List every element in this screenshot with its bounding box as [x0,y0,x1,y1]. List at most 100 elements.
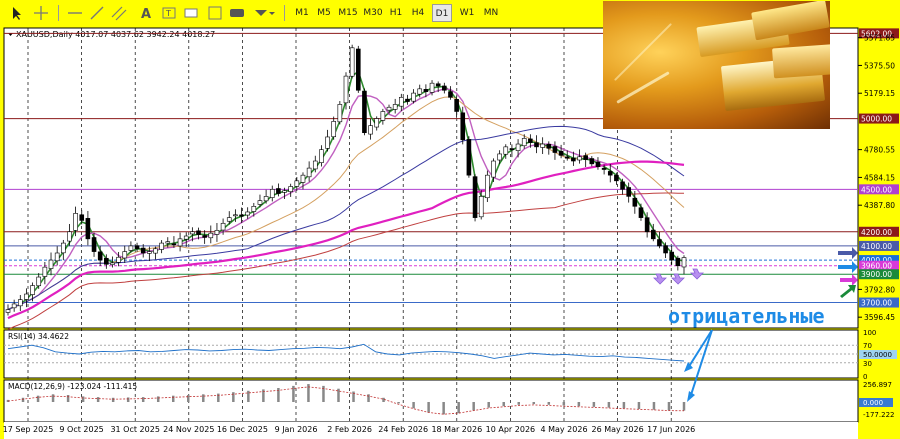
candle-body [183,235,189,240]
candle-body [552,146,558,153]
candle-body [257,200,263,205]
candle-body [147,251,152,254]
candle-body [491,160,496,178]
candle-body [319,149,324,163]
candle-body [442,85,447,91]
x-tick-label: 31 Oct 2025 [110,425,159,434]
x-tick-label: 9 Jan 2026 [275,425,318,434]
price-level-label: 4500.00 [861,185,892,194]
x-tick-label: 24 Nov 2025 [163,425,214,434]
candle-body [251,206,257,212]
y-tick-label: 3596.45 [864,313,895,322]
candle-body [331,121,337,138]
rsi-tick-label: 50.0000 [863,351,892,359]
candle-body [300,174,306,183]
candle-body [312,160,318,170]
candle-body [288,186,293,192]
y-tick-label: 4780.55 [864,146,895,155]
candle-body [429,82,435,93]
candle-body [528,138,533,143]
candle-body [73,213,78,231]
candle-body [11,303,17,309]
candle-body [368,125,373,135]
x-tick-label: 9 Oct 2025 [59,425,103,434]
candle-body [349,47,355,77]
price-level-label: 3900.00 [861,270,892,279]
candle-body [79,214,85,221]
candle-body [583,155,588,160]
candle-body [159,242,164,250]
candle-body [153,248,158,254]
candle-body [632,197,638,207]
candle-body [460,112,466,141]
annotation-text: отрицательные [668,304,825,328]
candle-body [650,229,656,240]
candle-body [503,146,509,155]
candle-body [392,104,398,110]
candle-body [30,285,35,295]
price-level-label: 4200.00 [861,228,892,237]
candle-body [233,214,238,217]
candle-body [405,98,410,102]
rsi-label: RSI(14) 34.4622 [8,332,69,341]
y-tick-label: 4387.80 [864,201,895,210]
y-tick-label: 5571.85 [864,34,895,43]
candle-body [546,143,552,149]
candle-body [435,83,441,87]
candle-body [36,276,42,287]
candle-body [571,157,576,162]
candle-body [42,266,48,277]
candle-body [67,231,72,242]
candle-body [122,251,128,259]
candle-body [202,235,207,238]
candle-body [325,136,330,149]
candle-body [61,242,66,254]
candle-body [558,150,564,156]
x-tick-label: 17 Jun 2026 [647,425,695,434]
candle-body [48,259,54,269]
candle-body [589,158,595,165]
candle-body [448,91,453,98]
x-tick-label: 4 May 2026 [540,425,587,434]
candle-body [85,218,91,240]
candle-body [497,153,502,161]
rsi-tick-label: 100 [863,329,876,337]
candle-body [423,89,429,92]
candle-body [97,251,103,261]
candle-body [282,190,287,193]
macd-tick-label: -177.222 [863,411,894,419]
candle-body [386,106,392,111]
candle-body [380,111,386,121]
x-tick-label: 10 Apr 2026 [486,425,535,434]
candle-body [663,245,668,254]
candle-body [472,176,478,218]
rsi-tick-label: 0 [863,373,867,381]
candle-body [91,237,97,252]
candle-body [564,156,570,159]
candle-body [17,299,23,307]
rsi-tick-label: 70 [863,342,872,350]
candle-body [276,188,281,194]
candle-body [104,257,109,265]
candle-body [245,211,250,216]
candle-body [355,48,361,91]
candle-body [614,174,619,182]
candle-body [675,257,681,267]
candle-body [601,167,607,170]
candle-body [140,247,146,254]
x-tick-label: 2 Feb 2026 [327,425,372,434]
candle-body [466,139,472,176]
candle-body [220,222,226,231]
candle-body [214,230,220,235]
y-tick-label: 3792.80 [864,285,895,294]
candle-body [515,143,521,151]
macd-label: MACD(12,26,9) -123.024 -111.415 [8,382,137,391]
candle-body [399,97,404,107]
x-tick-label: 16 Dec 2025 [217,425,268,434]
candle-body [134,245,140,250]
price-level-label: 4100.00 [861,242,892,251]
candle-body [374,118,380,128]
candle-body [485,174,490,199]
x-tick-label: 18 Mar 2026 [431,425,482,434]
candle-body [595,161,601,167]
